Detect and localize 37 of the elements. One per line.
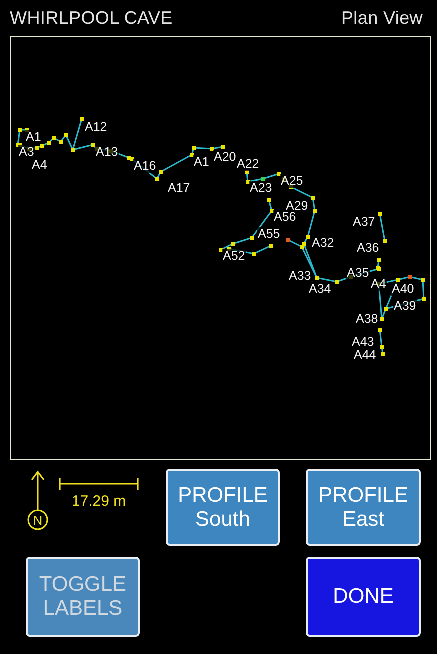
station-label: A33 — [288, 269, 312, 283]
station-label: A16 — [133, 159, 158, 173]
station-label: A56 — [273, 210, 298, 224]
station-label: A13 — [95, 145, 120, 159]
profile-button[interactable]: PROFILE East — [306, 469, 421, 546]
station-label: A22 — [236, 157, 260, 171]
profile-button[interactable]: PROFILE South — [166, 469, 280, 546]
station-label: A35 — [346, 266, 370, 280]
station-label: A52 — [222, 249, 246, 263]
station-label: A23 — [249, 181, 274, 195]
toggle-button[interactable]: TOGGLE LABELS — [26, 557, 140, 637]
station-label: A4 — [31, 158, 48, 172]
station-label: A40 — [391, 282, 416, 296]
station-label: A29 — [285, 199, 310, 213]
station-label: A34 — [308, 282, 332, 296]
north-label: N — [33, 513, 43, 528]
station-label: A44 — [353, 348, 378, 362]
station-label: A37 — [352, 215, 376, 229]
station-label: A36 — [356, 241, 380, 255]
station-label: A43 — [351, 335, 376, 349]
station-label: A12 — [84, 120, 108, 134]
station-label: A25 — [280, 174, 304, 188]
station-label: A3 — [18, 145, 36, 159]
station-label: A1 — [25, 130, 42, 144]
station-label: A32 — [311, 236, 336, 250]
station-label: A39 — [393, 299, 418, 313]
view-title: Plan View — [341, 8, 423, 28]
station-label: A20 — [213, 150, 238, 164]
done-button[interactable]: DONE — [306, 557, 421, 637]
scale-label: 17.29 m — [72, 493, 126, 510]
station-label: A1 — [193, 155, 210, 169]
cave-title: WHIRLPOOL CAVE — [10, 8, 173, 28]
station-label: A38 — [355, 312, 380, 326]
scale-bar-icon — [59, 478, 139, 490]
station-label: A55 — [257, 227, 282, 241]
station-label: A4 — [370, 277, 388, 291]
station-label: A17 — [167, 181, 192, 195]
